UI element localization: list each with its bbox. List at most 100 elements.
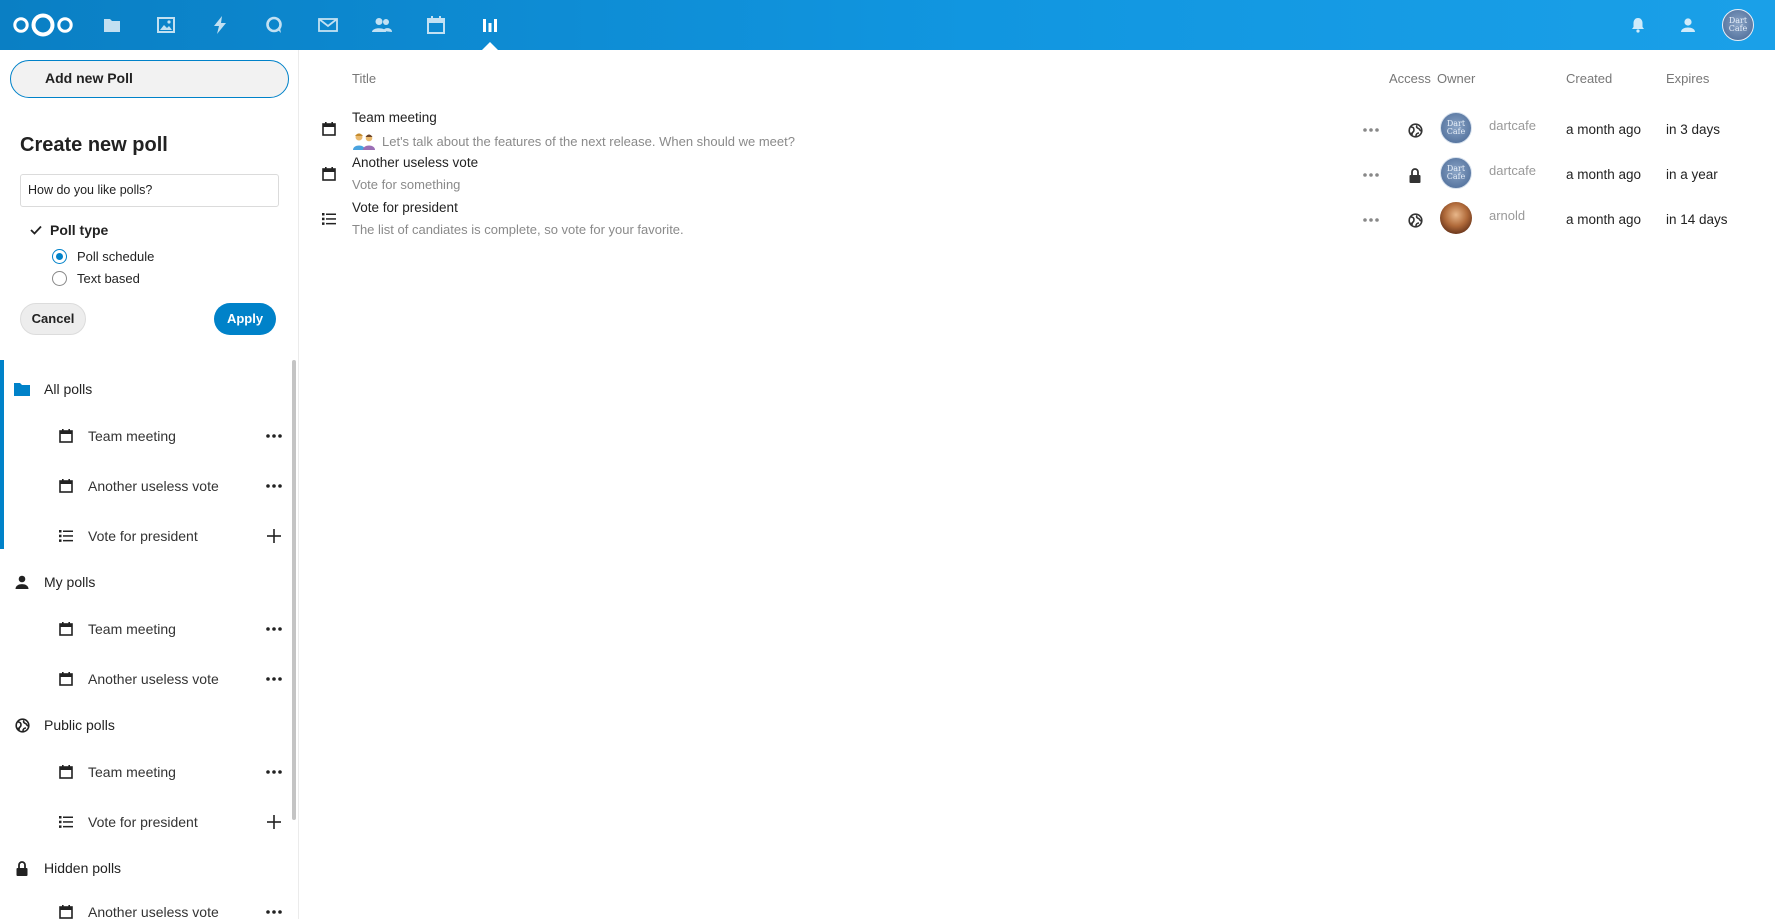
user-avatar[interactable]: Dart Cafe [1722, 9, 1754, 41]
checkmark-icon [30, 225, 42, 235]
poll-description: Let's talk about the features of the nex… [352, 132, 795, 150]
talk-app-icon[interactable] [262, 13, 286, 37]
poll-list-content: Title Access Owner Created Expires Team … [300, 50, 1775, 919]
calendar-icon [58, 764, 74, 780]
nav-item-label: Vote for president [88, 814, 198, 830]
people-emoji-icon [352, 132, 376, 150]
created-date: a month ago [1566, 212, 1642, 227]
poll-row[interactable]: Another useless vote Vote for something … [300, 155, 1775, 200]
owner-avatar[interactable]: Dart Cafe [1440, 157, 1472, 189]
poll-title-input[interactable]: How do you like polls? [20, 174, 279, 207]
poll-row[interactable]: Team meeting Let's talk about the featur… [300, 110, 1775, 155]
poll-description: Vote for something [352, 177, 461, 192]
nav-item-team-meeting[interactable]: Team meeting [58, 764, 288, 780]
cancel-button[interactable]: Cancel [20, 303, 86, 335]
created-date: a month ago [1566, 167, 1642, 182]
lock-icon [14, 860, 30, 876]
add-new-poll-button[interactable]: Add new Poll [10, 60, 289, 98]
nav-item-label: Team meeting [88, 764, 176, 780]
more-options-icon[interactable] [1362, 167, 1380, 183]
expiry-date: in a year [1666, 167, 1718, 182]
owner-avatar[interactable]: Dart Cafe [1440, 112, 1472, 144]
nav-group-my-polls[interactable]: My polls [14, 574, 95, 590]
poll-description-text: Let's talk about the features of the nex… [382, 133, 795, 149]
nav-item-another-useless-vote[interactable]: Another useless vote [58, 478, 288, 494]
sidebar-scrollbar[interactable] [292, 360, 296, 820]
column-header-title[interactable]: Title [352, 71, 376, 86]
column-header-created[interactable]: Created [1566, 71, 1612, 86]
active-indicator [0, 360, 4, 549]
nav-group-all-polls[interactable]: All polls [14, 381, 92, 397]
column-header-access[interactable]: Access [1389, 71, 1431, 86]
more-options-icon[interactable] [265, 764, 283, 780]
add-icon[interactable] [265, 528, 283, 544]
more-options-icon[interactable] [265, 621, 283, 637]
poll-title[interactable]: Vote for president [352, 200, 458, 215]
nav-item-vote-for-president[interactable]: Vote for president [58, 814, 288, 830]
globe-icon [14, 717, 30, 733]
nav-item-label: Another useless vote [88, 904, 219, 919]
nav-group-public-polls[interactable]: Public polls [14, 717, 115, 733]
calendar-icon [322, 167, 338, 183]
more-options-icon[interactable] [265, 671, 283, 687]
owner-name: dartcafe [1489, 118, 1536, 133]
owner-avatar[interactable] [1440, 202, 1472, 234]
calendar-icon [58, 904, 74, 919]
poll-description: The list of candiates is complete, so vo… [352, 222, 684, 237]
lock-icon [1407, 167, 1423, 183]
nav-item-team-meeting[interactable]: Team meeting [58, 621, 288, 637]
nav-item-label: Another useless vote [88, 478, 219, 494]
more-options-icon[interactable] [265, 904, 283, 919]
nav-group-hidden-polls[interactable]: Hidden polls [14, 860, 121, 876]
more-options-icon[interactable] [1362, 122, 1380, 138]
globe-icon [1407, 212, 1423, 228]
poll-row[interactable]: Vote for president The list of candiates… [300, 200, 1775, 245]
globe-icon [1407, 122, 1423, 138]
poll-type-toggle[interactable]: Poll type [30, 222, 108, 238]
nav-item-team-meeting[interactable]: Team meeting [58, 428, 288, 444]
more-options-icon[interactable] [265, 428, 283, 444]
calendar-app-icon[interactable] [424, 13, 448, 37]
photos-app-icon[interactable] [154, 13, 178, 37]
nav-group-label: Hidden polls [44, 860, 122, 876]
nextcloud-logo-icon[interactable] [12, 12, 74, 38]
text-list-icon [58, 814, 74, 830]
owner-name: dartcafe [1489, 163, 1536, 178]
nav-item-another-useless-vote[interactable]: Another useless vote [58, 671, 288, 687]
column-header-owner[interactable]: Owner [1437, 71, 1475, 86]
calendar-icon [58, 621, 74, 637]
contacts-app-icon[interactable] [370, 13, 394, 37]
poll-title[interactable]: Team meeting [352, 110, 437, 125]
radio-text-based[interactable]: Text based [52, 271, 140, 286]
text-list-icon [322, 212, 338, 228]
more-options-icon[interactable] [265, 478, 283, 494]
mail-app-icon[interactable] [316, 13, 340, 37]
radio-poll-schedule[interactable]: Poll schedule [52, 249, 154, 264]
nav-item-label: Team meeting [88, 428, 176, 444]
notifications-bell-icon[interactable] [1626, 13, 1650, 37]
files-app-icon[interactable] [100, 13, 124, 37]
active-app-indicator [482, 42, 498, 50]
more-options-icon[interactable] [1362, 212, 1380, 228]
radio-unchecked-icon[interactable] [52, 271, 67, 286]
apply-button[interactable]: Apply [214, 303, 276, 335]
nav-group-label: Public polls [44, 717, 115, 733]
poll-navigation-list: All polls Team meeting Another useless v… [0, 360, 299, 919]
calendar-icon [58, 428, 74, 444]
column-header-expires[interactable]: Expires [1666, 71, 1709, 86]
poll-title[interactable]: Another useless vote [352, 155, 478, 170]
add-icon[interactable] [265, 814, 283, 830]
polls-app-icon[interactable] [478, 13, 502, 37]
poll-type-label: Poll type [50, 222, 109, 238]
expiry-date: in 14 days [1666, 212, 1728, 227]
nav-item-vote-for-president[interactable]: Vote for president [58, 528, 288, 544]
nav-item-label: Team meeting [88, 621, 176, 637]
nav-item-another-useless-vote[interactable]: Another useless vote [58, 904, 288, 919]
create-poll-title: Create new poll [20, 134, 168, 156]
radio-checked-icon[interactable] [52, 249, 67, 264]
expiry-date: in 3 days [1666, 122, 1721, 137]
nav-item-label: Vote for president [88, 528, 198, 544]
contacts-menu-icon[interactable] [1676, 13, 1700, 37]
activity-app-icon[interactable] [208, 13, 232, 37]
nav-group-label: My polls [44, 574, 96, 590]
